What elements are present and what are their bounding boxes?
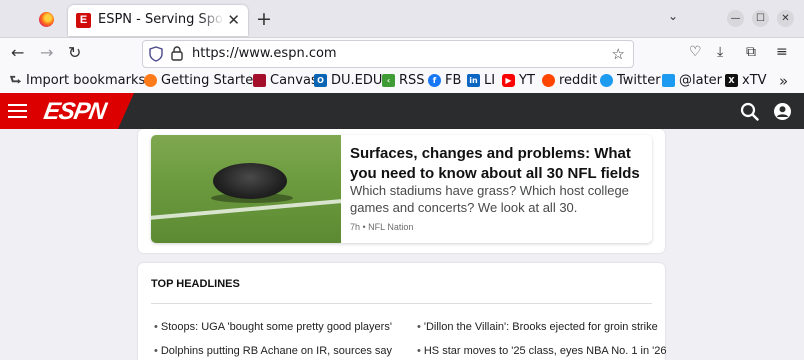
bookmark-reddit[interactable]: reddit xyxy=(542,73,597,88)
tab-espn[interactable]: E ESPN - Serving Sports Fans ✕ xyxy=(68,5,248,36)
outlook-icon: O xyxy=(314,74,327,87)
bookmark-canvas[interactable]: Canvas xyxy=(253,73,318,88)
bookmark-label: YT xyxy=(519,73,535,88)
bookmark-import[interactable]: ⮑ Import bookmarks... xyxy=(9,73,158,88)
bookmark-label: @later xyxy=(679,73,723,88)
search-icon[interactable] xyxy=(740,102,759,121)
tracking-protection-shield-icon[interactable] xyxy=(149,46,163,62)
bookmark-du-edu[interactable]: O DU.EDU xyxy=(314,73,382,88)
bookmark-label: xTV xyxy=(742,73,767,88)
football-on-field-image xyxy=(151,135,341,243)
bookmark-twitter[interactable]: Twitter xyxy=(600,73,661,88)
bookmark-later[interactable]: @later xyxy=(662,73,722,88)
bookmark-yt[interactable]: ▶ YT xyxy=(502,73,535,88)
bookmark-label: RSS xyxy=(399,73,425,88)
app-menu-icon[interactable]: ≡ xyxy=(776,44,788,60)
close-tab-icon[interactable]: ✕ xyxy=(227,11,240,29)
hamburger-menu-icon[interactable] xyxy=(8,104,27,122)
espn-global-nav: ESPN xyxy=(0,93,804,129)
bookmark-rss[interactable]: ‹ RSS xyxy=(382,73,425,88)
new-tab-icon[interactable]: + xyxy=(256,8,272,30)
minimize-window-icon[interactable]: — xyxy=(727,10,744,27)
bookmarks-toolbar: ⮑ Import bookmarks... Getting Started Ca… xyxy=(0,70,804,93)
url-text[interactable]: https://www.espn.com xyxy=(192,46,337,61)
canvas-icon xyxy=(253,74,266,87)
espn-favicon-icon: E xyxy=(76,13,91,28)
bookmark-xtv[interactable]: X xTV xyxy=(725,73,767,88)
top-headlines-title: TOP HEADLINES xyxy=(151,278,240,290)
bookmark-label: Canvas xyxy=(270,73,318,88)
maximize-window-icon[interactable]: ☐ xyxy=(752,10,769,27)
back-arrow-icon[interactable]: ← xyxy=(11,43,24,62)
bookmark-label: FB xyxy=(445,73,462,88)
x-icon: X xyxy=(725,74,738,87)
firefox-icon xyxy=(144,74,157,87)
pocket-icon[interactable]: ♡ xyxy=(689,44,702,60)
bookmark-star-icon[interactable]: ☆ xyxy=(612,45,625,63)
story-meta: 7h • NFL Nation xyxy=(350,222,414,232)
close-window-icon[interactable]: ✕ xyxy=(777,10,794,27)
user-account-icon[interactable] xyxy=(773,102,792,121)
lock-icon[interactable] xyxy=(171,46,183,61)
bookmark-label: DU.EDU xyxy=(331,73,383,88)
tab-strip: E ESPN - Serving Sports Fans ✕ + ⌄ — ☐ ✕ xyxy=(0,0,804,38)
headline-link[interactable]: 'Dillon the Villain': Brooks ejected for… xyxy=(417,321,658,333)
rss-icon: ‹ xyxy=(382,74,395,87)
story-description: Which stadiums have grass? Which host co… xyxy=(350,183,629,215)
bookmark-label: LI xyxy=(484,73,496,88)
headline-link[interactable]: Dolphins putting RB Achane on IR, source… xyxy=(154,345,392,357)
linkedin-icon: in xyxy=(467,74,480,87)
facebook-icon: f xyxy=(428,74,441,87)
extensions-icon[interactable]: ⧉ xyxy=(746,44,756,60)
tab-title: ESPN - Serving Sports Fans xyxy=(98,12,224,27)
address-bar[interactable]: https://www.espn.com ☆ xyxy=(142,40,634,68)
reddit-icon xyxy=(542,74,555,87)
story-headline[interactable]: Surfaces, changes and problems: What you… xyxy=(350,144,640,184)
story-link[interactable]: Surfaces, changes and problems: What you… xyxy=(151,135,652,243)
youtube-icon: ▶ xyxy=(502,74,515,87)
import-icon: ⮑ xyxy=(9,73,22,88)
more-bookmarks-chevron-icon[interactable]: » xyxy=(779,72,788,90)
downloads-icon[interactable]: ⤓ xyxy=(717,44,723,60)
divider xyxy=(151,303,652,304)
page-content: Surfaces, changes and problems: What you… xyxy=(0,129,804,360)
espn-logo[interactable]: ESPN xyxy=(42,98,108,126)
twitter-icon xyxy=(662,74,675,87)
bookmark-label: Twitter xyxy=(617,73,661,88)
list-all-tabs-chevron-icon[interactable]: ⌄ xyxy=(668,9,678,23)
bookmark-li[interactable]: in LI xyxy=(467,73,495,88)
forward-arrow-icon[interactable]: → xyxy=(40,43,53,62)
navigation-toolbar: ← → ↻ https://www.espn.com ☆ xyxy=(0,38,804,70)
top-headlines-card: TOP HEADLINES Stoops: UGA 'bought some p… xyxy=(138,263,667,360)
bookmark-label: Getting Started xyxy=(161,73,262,88)
bookmark-label: reddit xyxy=(559,73,598,88)
bookmark-label: Import bookmarks... xyxy=(26,73,158,88)
reload-icon[interactable]: ↻ xyxy=(68,43,81,62)
featured-story-card: Surfaces, changes and problems: What you… xyxy=(138,129,665,253)
headline-link[interactable]: HS star moves to '25 class, eyes NBA No.… xyxy=(417,345,667,357)
headline-link[interactable]: Stoops: UGA 'bought some pretty good pla… xyxy=(154,321,392,333)
bookmark-getting-started[interactable]: Getting Started xyxy=(144,73,262,88)
bookmark-fb[interactable]: f FB xyxy=(428,73,461,88)
firefox-view-icon[interactable] xyxy=(39,12,54,27)
twitter-icon xyxy=(600,74,613,87)
